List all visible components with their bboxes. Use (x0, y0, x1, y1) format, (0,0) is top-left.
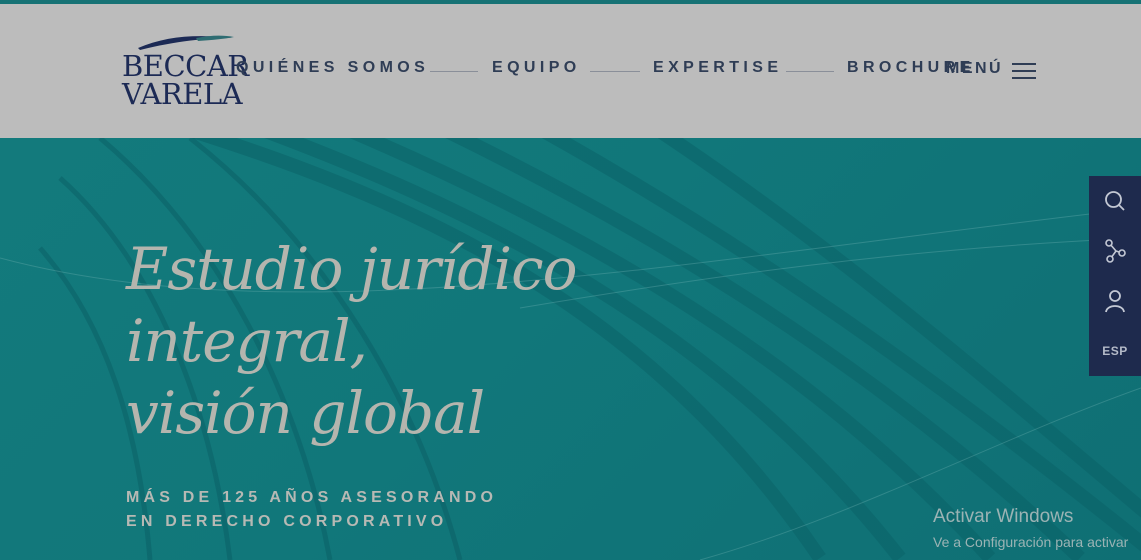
side-toolbar: ESP (1089, 176, 1141, 376)
windows-activation-watermark: Activar Windows Ve a Configuración para … (933, 506, 1128, 550)
nav-expertise[interactable]: EXPERTISE (653, 59, 782, 77)
nav-equipo[interactable]: EQUIPO (492, 59, 581, 77)
share-icon (1105, 239, 1126, 263)
hero-headline: Estudio jurídico integral, visión global (126, 233, 577, 449)
nav-divider (430, 71, 478, 72)
user-button[interactable] (1089, 276, 1141, 326)
share-button[interactable] (1089, 226, 1141, 276)
hamburger-icon (1012, 63, 1036, 79)
logo-text-varela: VARELA (122, 77, 243, 111)
subheading-line: MÁS DE 125 AÑOS ASESORANDO (126, 489, 498, 506)
site-header: BECCAR VARELA QUIÉNES SOMOS EQUIPO EXPER… (0, 4, 1141, 138)
hero-subheading: MÁS DE 125 AÑOS ASESORANDO EN DERECHO CO… (126, 486, 497, 534)
watermark-subtitle: Ve a Configuración para activar (933, 534, 1129, 550)
subheading-line: EN DERECHO CORPORATIVO (126, 513, 448, 530)
headline-line: visión global (126, 379, 485, 447)
menu-label: MENÚ (946, 60, 1004, 77)
language-selector[interactable]: ESP (1089, 326, 1141, 376)
watermark-title: Activar Windows (933, 506, 1074, 527)
search-icon (1105, 191, 1125, 211)
nav-quienes-somos[interactable]: QUIÉNES SOMOS (236, 59, 429, 77)
language-label: ESP (1102, 344, 1128, 358)
hero-section: Estudio jurídico integral, visión global… (0, 138, 1141, 560)
nav-divider (590, 71, 640, 72)
user-icon (1105, 290, 1125, 313)
nav-divider (786, 71, 834, 72)
headline-line: Estudio jurídico (126, 235, 577, 303)
search-button[interactable] (1089, 176, 1141, 226)
headline-line: integral, (126, 307, 368, 375)
